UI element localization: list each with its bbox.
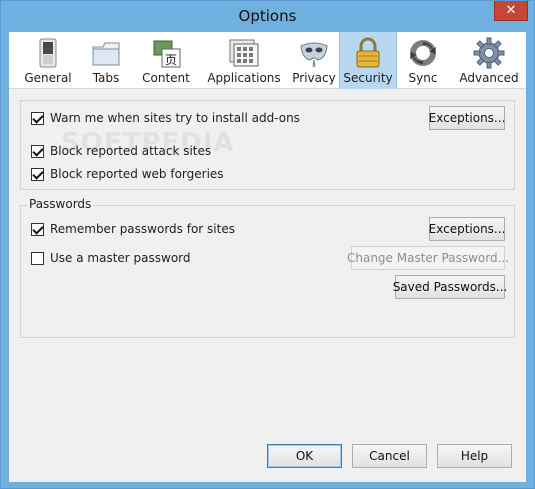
warn-addons-checkbox[interactable] <box>31 111 44 125</box>
block-forgeries-checkbox[interactable] <box>31 167 44 181</box>
sync-icon <box>407 37 439 69</box>
gear-icon <box>473 37 505 69</box>
mask-icon <box>298 37 330 69</box>
master-password-label: Use a master password <box>50 251 191 265</box>
tab-sync[interactable]: Sync <box>401 32 445 89</box>
warn-addons-row[interactable]: Warn me when sites try to install add-on… <box>31 111 300 125</box>
tab-general-label: General <box>24 71 72 85</box>
client-area: General Tabs 页 Content Applications Priv… <box>9 32 526 482</box>
tab-tabs[interactable]: Tabs <box>83 32 129 89</box>
tab-applications[interactable]: Applications <box>203 32 285 89</box>
remember-passwords-row[interactable]: Remember passwords for sites <box>31 222 235 236</box>
help-button[interactable]: Help <box>437 444 512 468</box>
tab-security[interactable]: Security <box>339 32 397 89</box>
close-button[interactable]: ✕ <box>494 1 528 21</box>
tabs-icon <box>90 37 122 69</box>
remember-passwords-checkbox[interactable] <box>31 222 44 236</box>
ok-button[interactable]: OK <box>267 444 342 468</box>
tab-applications-label: Applications <box>207 71 281 85</box>
cancel-button[interactable]: Cancel <box>352 444 427 468</box>
passwords-legend: Passwords <box>27 197 94 211</box>
svg-text:页: 页 <box>165 53 177 67</box>
block-forgeries-label: Block reported web forgeries <box>50 167 224 181</box>
title-bar[interactable]: Options ✕ <box>1 1 534 32</box>
tab-tabs-label: Tabs <box>92 71 120 85</box>
lock-icon <box>352 37 384 69</box>
passwords-exceptions-button[interactable]: Exceptions... <box>429 217 505 241</box>
block-attack-row[interactable]: Block reported attack sites <box>31 144 211 158</box>
switch-icon <box>32 37 64 69</box>
change-master-password-button[interactable]: Change Master Password... <box>347 246 509 270</box>
tab-advanced-label: Advanced <box>459 71 519 85</box>
tab-advanced[interactable]: Advanced <box>455 32 523 89</box>
tab-privacy[interactable]: Privacy <box>289 32 339 89</box>
warn-addons-label: Warn me when sites try to install add-on… <box>50 111 300 125</box>
tab-security-label: Security <box>343 71 393 85</box>
saved-passwords-button[interactable]: Saved Passwords... <box>393 275 507 299</box>
block-forgeries-row[interactable]: Block reported web forgeries <box>31 167 224 181</box>
window-title: Options <box>238 7 297 25</box>
content-icon: 页 <box>150 37 182 69</box>
tab-privacy-label: Privacy <box>292 71 336 85</box>
addons-exceptions-button[interactable]: Exceptions... <box>429 106 505 130</box>
tab-sync-label: Sync <box>408 71 438 85</box>
master-password-row[interactable]: Use a master password <box>31 251 191 265</box>
tab-content[interactable]: 页 Content <box>135 32 197 89</box>
block-attack-label: Block reported attack sites <box>50 144 212 158</box>
remember-passwords-label: Remember passwords for sites <box>50 222 235 236</box>
tab-toolbar: General Tabs 页 Content Applications Priv… <box>9 32 526 89</box>
options-window: Options ✕ General Tabs 页 Content Applica… <box>0 0 535 489</box>
tab-content-label: Content <box>142 71 190 85</box>
master-password-checkbox[interactable] <box>31 251 44 265</box>
tab-general[interactable]: General <box>14 32 82 89</box>
applications-icon <box>228 37 260 69</box>
block-attack-checkbox[interactable] <box>31 144 44 158</box>
